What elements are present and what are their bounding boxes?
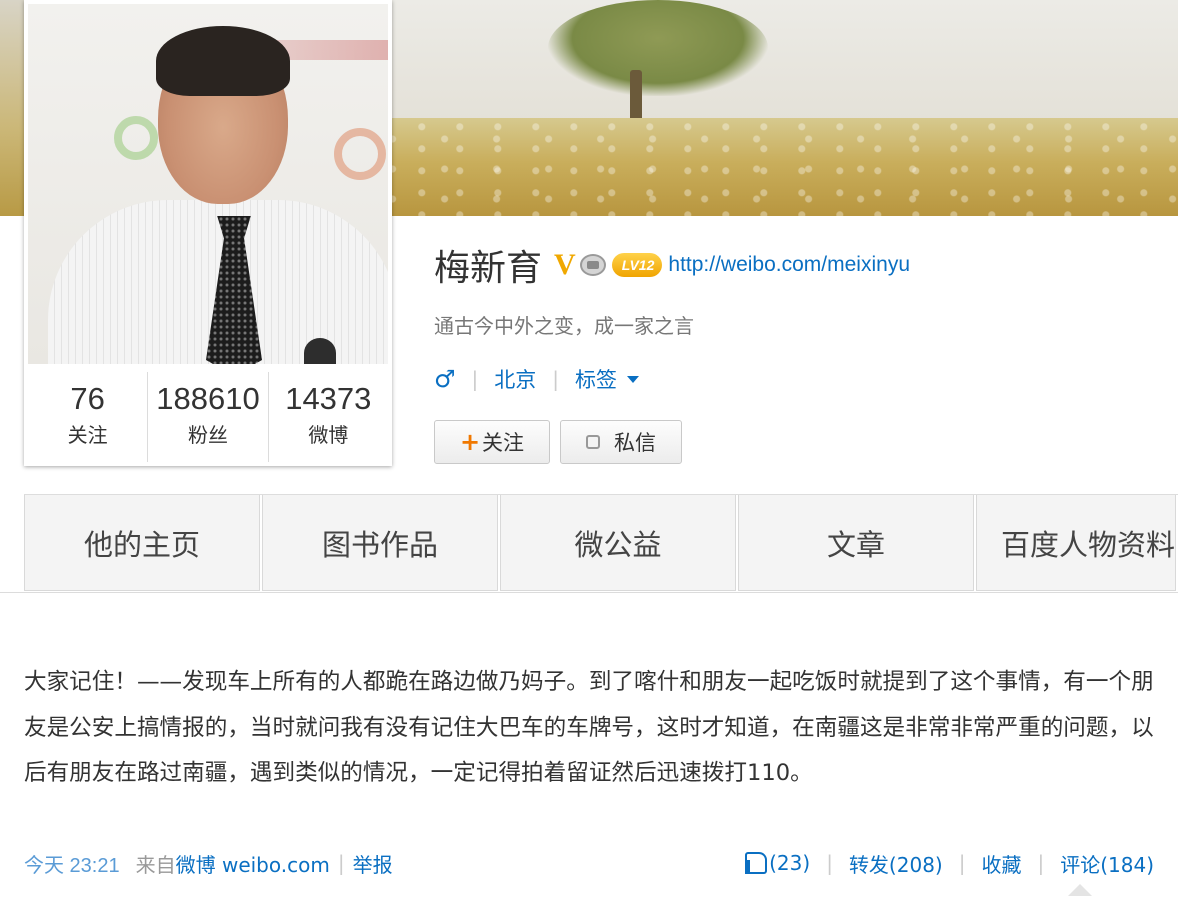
tabs-divider [0,592,1178,593]
like-icon[interactable] [745,852,768,874]
post-actions: (23) | 转发(208) | 收藏 | 评论(184) [745,849,1154,878]
homepage-link[interactable]: http://weibo.com/meixinyu [668,253,910,277]
message-label: 私信 [614,431,656,455]
follow-label: 关注 [482,431,525,455]
tab-charity[interactable]: 微公益 [500,495,736,591]
profile-actions: + 关注 私信 [434,420,692,464]
stat-posts[interactable]: 14373 微博 [267,372,388,462]
city-link[interactable]: 北京 [494,364,536,394]
stat-followers[interactable]: 188610 粉丝 [147,372,267,462]
profile-tabs: 他的主页 图书作品 微公益 文章 百度人物资料 [24,494,1178,592]
favorite-link[interactable]: 收藏 [981,849,1021,878]
follow-button[interactable]: + 关注 [434,420,550,464]
profile-stats: 76 关注 188610 粉丝 14373 微博 [28,372,388,462]
avatar-backdrop-logo [334,128,386,180]
cover-edge [0,0,24,216]
divider: | [337,851,345,875]
post-from-label: 来自 [135,852,176,877]
stat-label: 关注 [67,423,108,447]
like-count[interactable]: (23) [769,851,810,875]
avatar[interactable] [28,4,388,364]
post-source-link[interactable]: 微博 weibo.com [176,849,330,878]
divider: | [958,851,966,875]
stat-following[interactable]: 76 关注 [28,372,147,462]
stat-label: 粉丝 [187,423,228,447]
tab-home[interactable]: 他的主页 [24,495,260,591]
level-badge[interactable]: LV12 [611,253,663,277]
tab-books[interactable]: 图书作品 [262,495,498,591]
crown-icon[interactable] [579,254,606,276]
tab-baidu-profile[interactable]: 百度人物资料 [976,495,1176,591]
tags-label: 标签 [575,368,618,392]
avatar-backdrop-logo [114,116,158,160]
divider: | [471,367,479,391]
plus-icon: + [459,428,481,456]
report-link[interactable]: 举报 [353,849,393,878]
comment-link[interactable]: 评论(184) [1060,849,1154,878]
post-time[interactable]: 今天 23:21 [24,849,120,878]
avatar-microphone [304,338,336,364]
profile-card: 76 关注 188610 粉丝 14373 微博 [24,0,392,466]
tags-dropdown[interactable]: 标签 [575,364,640,394]
stat-label: 微博 [308,423,349,447]
cover-tree-trunk [630,70,642,122]
verified-icon[interactable]: V [554,248,576,282]
caret-down-icon [627,375,640,383]
comment-pointer [1068,884,1092,896]
stat-count: 14373 [285,381,372,416]
profile-name: 梅新育 [434,248,543,289]
post-footer: 今天 23:21 来自 微博 weibo.com | 举报 (23) | 转发(… [24,846,1154,880]
tab-articles[interactable]: 文章 [738,495,974,591]
cover-tree [548,0,768,96]
divider: | [1037,851,1045,875]
repost-link[interactable]: 转发(208) [849,849,943,878]
profile-name-row: 梅新育 V LV12 http://weibo.com/meixinyu [434,240,910,290]
post-text: 大家记住！——发现车上所有的人都跪在路边做乃妈子。到了喀什和朋友一起吃饭时就提到… [24,669,1154,786]
divider: | [826,851,833,875]
profile-motto: 通古今中外之变，成一家之言 [434,314,694,338]
male-icon: ♂ [434,365,456,393]
message-icon [586,435,600,449]
stat-count: 76 [70,381,105,416]
avatar-hair [156,26,290,96]
stat-count: 188610 [156,381,260,416]
message-button[interactable]: 私信 [560,420,682,464]
profile-meta: ♂ | 北京 | 标签 [434,362,640,396]
divider: | [552,367,560,391]
